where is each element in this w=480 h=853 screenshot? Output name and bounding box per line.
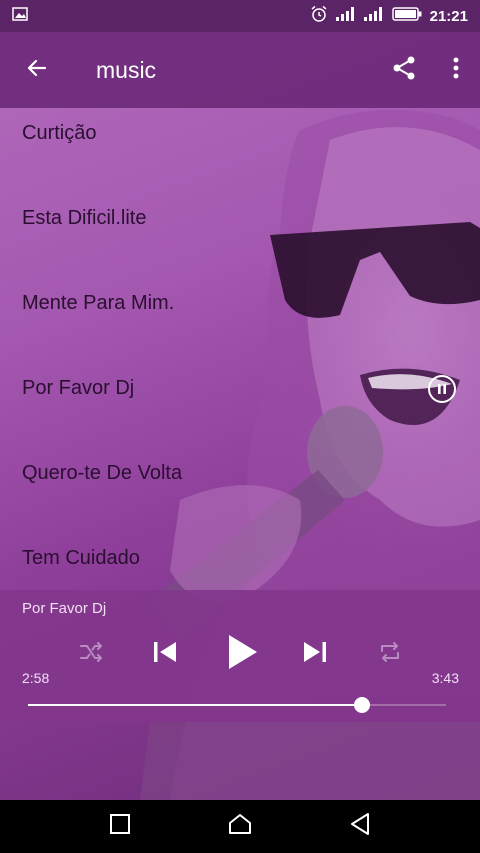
- list-item[interactable]: Curtição: [0, 108, 480, 176]
- pause-circle-icon[interactable]: [428, 374, 456, 403]
- arrow-left-icon: [25, 56, 49, 85]
- song-title: Quero-te De Volta: [22, 462, 183, 484]
- current-time: 2:58: [22, 670, 50, 686]
- nav-back-button[interactable]: [330, 800, 390, 853]
- list-item[interactable]: Quero-te De Volta: [0, 431, 480, 516]
- play-icon: [227, 633, 259, 676]
- more-vertical-icon: [452, 56, 460, 85]
- now-playing-title: Por Favor Dj: [22, 600, 107, 617]
- back-button[interactable]: [0, 32, 74, 108]
- player-controls: [0, 628, 480, 680]
- list-item[interactable]: Tem Cuidado: [0, 516, 480, 590]
- battery-icon: [391, 7, 422, 25]
- status-bar: 21:21: [0, 0, 480, 32]
- image-icon: [12, 6, 28, 26]
- song-list: Curtição Esta Dificil.lite Mente Para Mi…: [0, 108, 480, 590]
- status-time: 21:21: [429, 7, 468, 25]
- player-panel: Por Favor Dj 2:58 3:43: [0, 590, 480, 722]
- seek-thumb[interactable]: [354, 697, 371, 713]
- shuffle-button[interactable]: [70, 628, 112, 680]
- song-title: Por Favor Dj: [22, 377, 135, 399]
- recents-square-icon: [109, 813, 131, 840]
- total-time: 3:43: [431, 670, 459, 686]
- next-button[interactable]: [290, 628, 340, 680]
- share-button[interactable]: [376, 32, 432, 108]
- song-title: Esta Dificil.lite: [22, 207, 147, 229]
- home-icon: [228, 813, 252, 840]
- repeat-icon: [378, 641, 402, 668]
- list-item[interactable]: Por Favor Dj: [0, 346, 480, 431]
- page-title: music: [96, 56, 157, 83]
- previous-button[interactable]: [140, 628, 190, 680]
- song-title: Curtição: [22, 122, 97, 144]
- share-icon: [391, 55, 417, 86]
- system-nav-bar: [0, 800, 480, 853]
- home-button[interactable]: [210, 800, 270, 853]
- repeat-button[interactable]: [368, 628, 412, 680]
- seek-progress: [28, 704, 363, 706]
- back-triangle-icon: [349, 812, 371, 841]
- seek-bar[interactable]: [28, 697, 446, 713]
- play-button[interactable]: [215, 628, 271, 680]
- shuffle-icon: [79, 641, 103, 667]
- list-item[interactable]: Mente Para Mim.: [0, 261, 480, 346]
- skip-next-icon: [302, 639, 328, 670]
- recents-button[interactable]: [90, 800, 150, 853]
- more-options-button[interactable]: [432, 32, 480, 108]
- song-title: Mente Para Mim.: [22, 292, 175, 314]
- signal-icon-2: [363, 7, 384, 25]
- alarm-icon: [310, 5, 328, 27]
- signal-icon: [335, 7, 356, 25]
- app-bar: music: [0, 32, 480, 108]
- skip-previous-icon: [152, 639, 178, 670]
- list-item[interactable]: Esta Dificil.lite: [0, 176, 480, 261]
- song-title: Tem Cuidado: [22, 547, 140, 569]
